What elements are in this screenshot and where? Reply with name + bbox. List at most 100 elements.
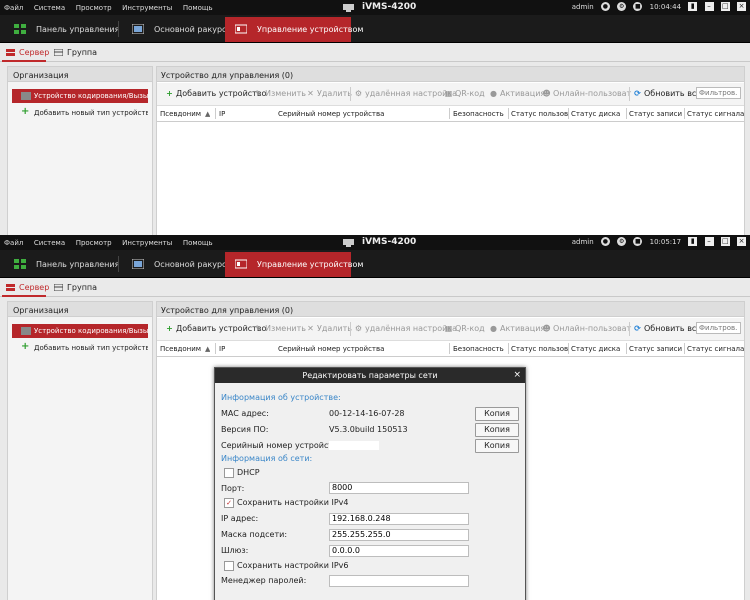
menu-tools[interactable]: Инструменты xyxy=(122,239,172,247)
activate-button[interactable]: ● Активация xyxy=(489,89,545,98)
edit-network-dialog: Редактировать параметры сети × Информаци… xyxy=(214,367,526,600)
dhcp-checkbox[interactable] xyxy=(224,468,234,478)
save-ipv6-checkbox[interactable] xyxy=(224,561,234,571)
group-icon xyxy=(54,284,63,291)
lock-icon[interactable]: ● xyxy=(600,2,610,11)
control-panel-icon xyxy=(14,259,26,269)
delete-button[interactable]: ✕ Удалить xyxy=(306,324,352,333)
lock-screen-icon[interactable]: ▮ xyxy=(688,237,698,246)
save-ipv4-checkbox[interactable]: ✓ xyxy=(224,498,234,508)
mask-input[interactable] xyxy=(329,529,469,541)
delete-label: Удалить xyxy=(317,324,352,333)
column-signal-status[interactable]: Статус сигнала xyxy=(687,345,744,353)
column-alias[interactable]: Псевдоним xyxy=(160,110,201,118)
ip-input[interactable] xyxy=(329,513,469,525)
column-ip[interactable]: IP xyxy=(219,345,225,353)
maximize-icon[interactable]: □ xyxy=(720,237,730,246)
online-users-button[interactable]: ☻ Онлайн-пользоват xyxy=(542,89,631,98)
minimize-icon[interactable]: – xyxy=(704,2,714,11)
port-input[interactable] xyxy=(329,482,469,494)
filter-input[interactable] xyxy=(696,322,741,334)
delete-label: Удалить xyxy=(317,89,352,98)
column-alias[interactable]: Псевдоним xyxy=(160,345,201,353)
close-icon[interactable]: × xyxy=(737,237,746,246)
tab-device-management[interactable]: Управление устройством xyxy=(225,252,363,277)
edit-icon: ✎ xyxy=(255,89,262,98)
tab-device-management[interactable]: Управление устройством xyxy=(225,17,363,42)
tab-group[interactable]: Группа xyxy=(50,280,97,295)
tab-server[interactable]: Сервер xyxy=(2,45,49,62)
menu-system[interactable]: Система xyxy=(34,4,65,12)
copy-firmware-button[interactable]: Копия xyxy=(475,423,519,437)
delete-button[interactable]: ✕ Удалить xyxy=(306,89,352,98)
column-serial[interactable]: Серийный номер устройства xyxy=(278,345,384,353)
dialog-close-icon[interactable]: × xyxy=(513,368,521,383)
column-ip[interactable]: IP xyxy=(219,110,225,118)
toolbar-divider xyxy=(629,322,630,336)
settings-icon[interactable]: ⚙ xyxy=(617,2,627,11)
column-disk-status[interactable]: Статус диска xyxy=(571,110,620,118)
tree-item-add-device-type[interactable]: + Добавить новый тип устройства xyxy=(12,106,148,120)
refresh-all-button[interactable]: ⟳ Обновить все xyxy=(633,89,701,98)
remote-config-button[interactable]: ⚙ удалённая настройка xyxy=(354,324,457,333)
menu-help[interactable]: Помощь xyxy=(183,239,213,247)
copy-mac-button[interactable]: Копия xyxy=(475,407,519,421)
tab-server[interactable]: Сервер xyxy=(2,280,49,297)
copy-serial-button[interactable]: Копия xyxy=(475,439,519,453)
column-signal-status[interactable]: Статус сигнала xyxy=(687,110,744,118)
menu-tools[interactable]: Инструменты xyxy=(122,4,172,12)
add-device-button[interactable]: + Добавить устройство xyxy=(165,89,266,98)
column-serial[interactable]: Серийный номер устройства xyxy=(278,110,384,118)
close-icon[interactable]: × xyxy=(737,2,746,11)
tab-group[interactable]: Группа xyxy=(50,45,97,60)
column-divider xyxy=(568,343,569,354)
qr-code-button[interactable]: ▦ QR-код xyxy=(444,324,485,333)
password-manager-input[interactable] xyxy=(329,575,469,587)
sort-asc-icon[interactable]: ▲ xyxy=(205,345,210,353)
maximize-icon[interactable]: □ xyxy=(720,2,730,11)
edit-button[interactable]: ✎ Изменить xyxy=(254,89,306,98)
column-user-status[interactable]: Статус пользов... xyxy=(511,345,569,353)
column-disk-status[interactable]: Статус диска xyxy=(571,345,620,353)
gateway-input[interactable] xyxy=(329,545,469,557)
activate-button[interactable]: ● Активация xyxy=(489,324,545,333)
qr-code-button[interactable]: ▦ QR-код xyxy=(444,89,485,98)
cpu-icon[interactable]: ■ xyxy=(633,237,643,246)
sort-asc-icon[interactable]: ▲ xyxy=(205,110,210,118)
tab-control-panel[interactable]: Панель управления xyxy=(4,252,119,277)
remote-config-button[interactable]: ⚙ удалённая настройка xyxy=(354,89,457,98)
control-panel-icon xyxy=(14,24,26,34)
qr-code-icon: ▦ xyxy=(444,324,453,333)
tree-item-encoding-device[interactable]: Устройство кодирования/Вызыв... xyxy=(12,324,148,338)
column-user-status[interactable]: Статус пользов... xyxy=(511,110,569,118)
column-record-status[interactable]: Статус записи xyxy=(629,110,682,118)
tab-main-view[interactable]: Основной ракурс xyxy=(122,252,226,277)
menu-view[interactable]: Просмотр xyxy=(76,4,112,12)
column-security[interactable]: Безопасность xyxy=(453,110,504,118)
menu-system[interactable]: Система xyxy=(34,239,65,247)
settings-icon[interactable]: ⚙ xyxy=(617,237,627,246)
menu-help[interactable]: Помощь xyxy=(183,4,213,12)
organization-panel: Организация Устройство кодирования/Вызыв… xyxy=(7,301,153,600)
minimize-icon[interactable]: – xyxy=(704,237,714,246)
online-users-button[interactable]: ☻ Онлайн-пользоват xyxy=(542,324,631,333)
lock-icon[interactable]: ● xyxy=(600,237,610,246)
menu-file[interactable]: Файл xyxy=(4,4,23,12)
column-record-status[interactable]: Статус записи xyxy=(629,345,682,353)
menu-view[interactable]: Просмотр xyxy=(76,239,112,247)
edit-label: Изменить xyxy=(265,89,306,98)
cpu-icon[interactable]: ■ xyxy=(633,2,643,11)
refresh-all-button[interactable]: ⟳ Обновить все xyxy=(633,324,701,333)
menu-file[interactable]: Файл xyxy=(4,239,23,247)
add-device-button[interactable]: + Добавить устройство xyxy=(165,324,266,333)
filter-input[interactable] xyxy=(696,87,741,99)
tree-item-encoding-device[interactable]: Устройство кодирования/Вызыв... xyxy=(12,89,148,103)
tree-item-add-device-type[interactable]: + Добавить новый тип устройства xyxy=(12,341,148,355)
column-security[interactable]: Безопасность xyxy=(453,345,504,353)
lock-screen-icon[interactable]: ▮ xyxy=(688,2,698,11)
edit-button[interactable]: ✎ Изменить xyxy=(254,324,306,333)
tab-device-management-label: Управление устройством xyxy=(257,25,364,34)
tab-control-panel[interactable]: Панель управления xyxy=(4,17,119,42)
tab-main-view[interactable]: Основной ракурс xyxy=(122,17,226,42)
add-device-label: Добавить устройство xyxy=(176,89,267,98)
